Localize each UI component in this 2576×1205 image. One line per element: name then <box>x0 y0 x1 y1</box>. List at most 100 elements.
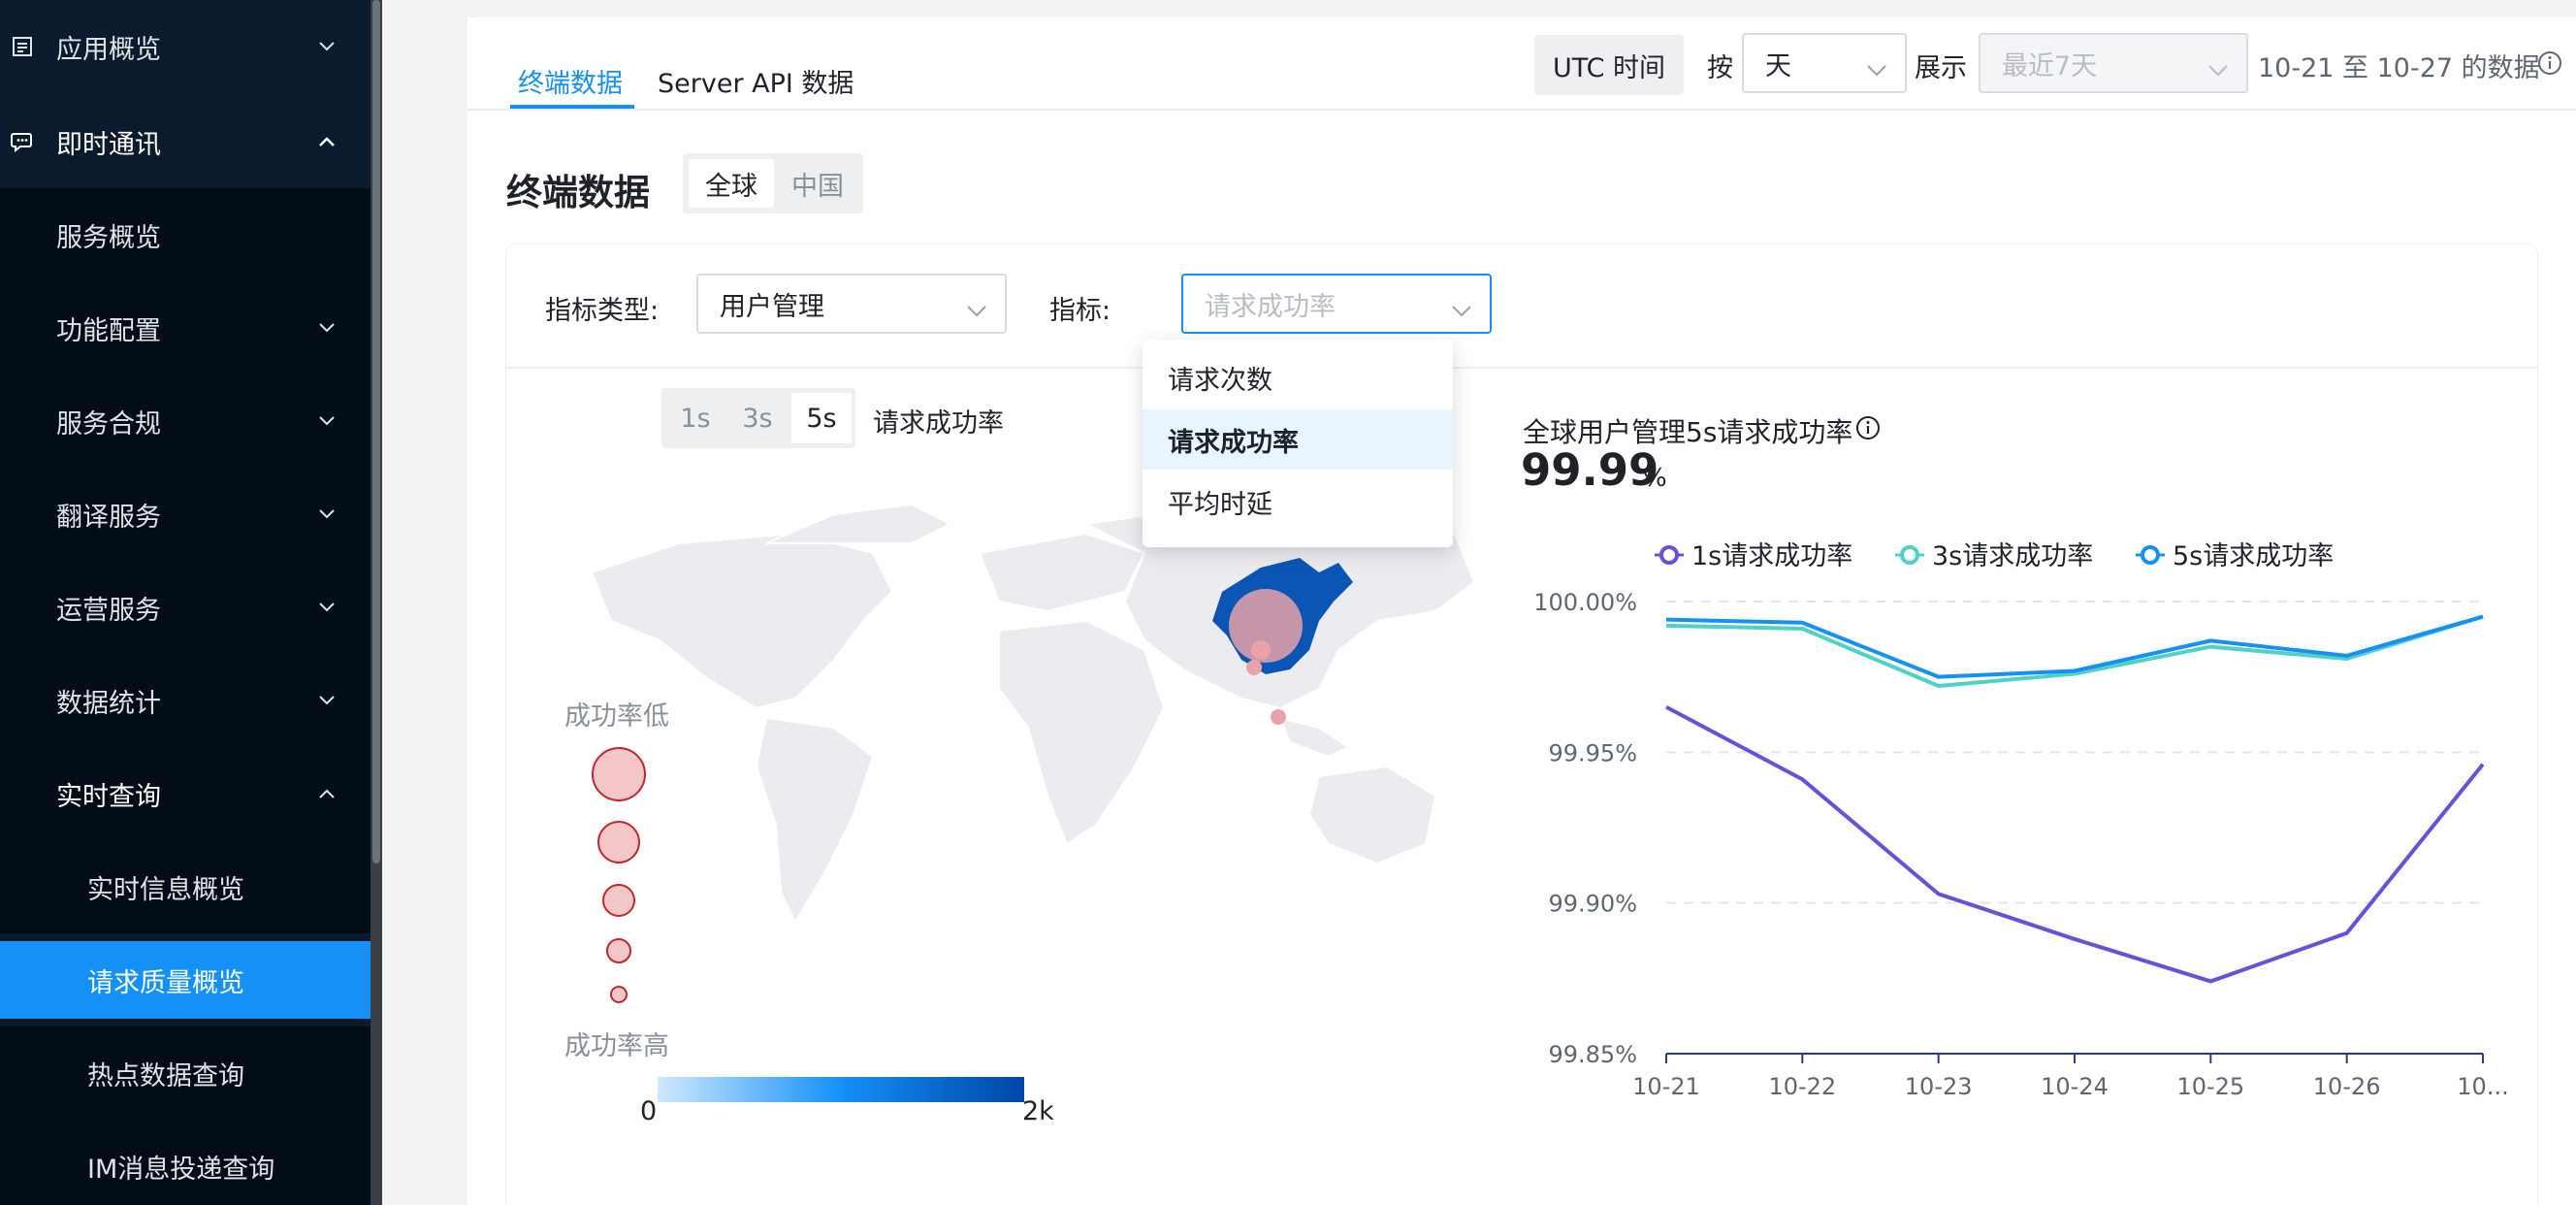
chevron-down-icon <box>312 500 341 529</box>
chevron-up-icon <box>312 127 341 156</box>
map-australia <box>1307 765 1437 865</box>
metric-type-select[interactable]: 用户管理 <box>696 274 1007 334</box>
metric-type-label: 指标类型: <box>545 296 660 326</box>
map-greenland <box>765 503 953 544</box>
sidebar-item-feature-config[interactable]: 功能配置 <box>0 281 370 375</box>
x-tick-label: 10-24 <box>2041 1073 2109 1100</box>
time-option-1s[interactable]: 1s <box>665 393 725 443</box>
region-china-button[interactable]: 中国 <box>776 159 859 208</box>
region-global-button[interactable]: 全球 <box>689 159 774 208</box>
x-tick-label: 10-26 <box>2313 1073 2381 1100</box>
metric-option-avg-latency[interactable]: 平均时延 <box>1143 472 1453 532</box>
sidebar-item-label: IM消息投递查询 <box>87 1154 275 1185</box>
y-tick-label: 99.95% <box>1548 739 1637 766</box>
chevron-down-icon <box>312 407 341 436</box>
sidebar: 应用概览 即时通讯 服务概览 功能配置 服务合规 翻译服务 运营服务 数据统计 … <box>0 0 370 1205</box>
series-line-1[interactable] <box>1665 704 2485 984</box>
sidebar-item-realtime-info[interactable]: 实时信息概览 <box>0 840 370 933</box>
sidebar-item-statistics[interactable]: 数据统计 <box>0 654 370 747</box>
metric-placeholder: 请求成功率 <box>1205 291 1336 322</box>
sidebar-item-label: 运营服务 <box>56 595 161 626</box>
chevron-up-icon <box>312 779 341 808</box>
info-icon[interactable] <box>2537 50 2562 76</box>
color-scale-min: 0 <box>640 1096 658 1126</box>
legend-label: 3s请求成功率 <box>1932 541 2093 571</box>
sidebar-item-realtime-query[interactable]: 实时查询 <box>0 747 370 840</box>
sidebar-item-translation[interactable]: 翻译服务 <box>0 468 370 561</box>
metric-dropdown-menu: 请求次数 请求成功率 平均时延 <box>1143 340 1453 547</box>
sidebar-item-label: 服务合规 <box>56 408 161 440</box>
sidebar-item-label: 即时通讯 <box>56 129 161 160</box>
sidebar-item-app-overview[interactable]: 应用概览 <box>0 0 370 93</box>
color-scale-bar <box>658 1077 1024 1102</box>
region-toggle: 全球 中国 <box>683 153 863 213</box>
sidebar-item-operations[interactable]: 运营服务 <box>0 561 370 654</box>
chevron-down-icon <box>2207 54 2229 84</box>
sidebar-item-label: 应用概览 <box>56 34 161 65</box>
sidebar-item-hot-data[interactable]: 热点数据查询 <box>0 1026 370 1120</box>
world-map[interactable] <box>543 475 1513 961</box>
legend-bubble-4 <box>606 938 631 963</box>
range-value: 最近7天 <box>2002 50 2098 81</box>
sidebar-item-request-quality[interactable]: 请求质量概览 <box>0 941 370 1019</box>
map-africa <box>998 619 1166 846</box>
granularity-value: 天 <box>1765 50 1791 81</box>
x-tick-label: 10-21 <box>1632 1073 1700 1100</box>
x-tick-label: 10-23 <box>1905 1073 1973 1100</box>
sidebar-item-label: 热点数据查询 <box>87 1060 244 1091</box>
y-tick-label: 99.90% <box>1548 891 1637 918</box>
map-bubble-indonesia <box>1271 709 1286 725</box>
metric-option-success-rate[interactable]: 请求成功率 <box>1143 409 1453 470</box>
x-tick-label: 10-25 <box>2176 1073 2244 1100</box>
legend-item-3[interactable]: 5s请求成功率 <box>2136 541 2334 571</box>
map-north-america <box>590 532 894 710</box>
legend-low-label: 成功率低 <box>564 701 669 732</box>
legend-item-2[interactable]: 3s请求成功率 <box>1895 541 2093 571</box>
y-tick-label: 100.00% <box>1533 589 1637 616</box>
tab-bar: 终端数据 Server API 数据 UTC 时间 按 天 展示 最近7天 10… <box>467 17 2576 111</box>
map-metric-title: 请求成功率 <box>873 408 1004 439</box>
sidebar-item-im-delivery[interactable]: IM消息投递查询 <box>0 1120 370 1205</box>
map-bubble-southeast-asia <box>1246 660 1262 675</box>
bubble-size-legend <box>592 747 646 1003</box>
series-line-3[interactable] <box>1665 614 2484 679</box>
range-select[interactable]: 最近7天 <box>1979 33 2248 93</box>
sidebar-item-service-overview[interactable]: 服务概览 <box>0 188 370 281</box>
metric-option-request-count[interactable]: 请求次数 <box>1143 347 1453 407</box>
filter-bar: 指标类型: 用户管理 指标: 请求成功率 <box>506 244 2537 369</box>
utc-time-button[interactable]: UTC 时间 <box>1534 35 1684 95</box>
sidebar-item-label: 翻译服务 <box>56 502 161 533</box>
chevron-down-icon <box>312 686 341 715</box>
time-option-5s[interactable]: 5s <box>791 393 852 443</box>
time-option-3s[interactable]: 3s <box>727 393 788 443</box>
chevron-down-icon <box>312 313 341 342</box>
tab-server-api-data[interactable]: Server API 数据 <box>658 62 853 100</box>
legend-bubble-3 <box>602 884 635 917</box>
granularity-select[interactable]: 天 <box>1742 33 1907 93</box>
legend-label: 1s请求成功率 <box>1691 541 1852 571</box>
active-tab-indicator <box>510 105 634 109</box>
x-tick-label: 10... <box>2457 1073 2508 1100</box>
y-tick-label: 99.85% <box>1548 1041 1637 1068</box>
sidebar-item-compliance[interactable]: 服务合规 <box>0 375 370 468</box>
chat-icon <box>10 129 35 154</box>
legend-item-1[interactable]: 1s请求成功率 <box>1655 541 1852 571</box>
metric-select[interactable]: 请求成功率 <box>1181 274 1492 334</box>
x-tick-label: 10-22 <box>1768 1073 1836 1100</box>
success-rate-line-chart[interactable]: 1s请求成功率 3s请求成功率 5s请求成功率 100.00% 99.95% 99.90… <box>1513 524 2541 1106</box>
chevron-down-icon <box>1451 295 1472 325</box>
legend-bubble-5 <box>610 986 628 1003</box>
legend-marker <box>2141 545 2160 565</box>
legend-bubble-1 <box>592 747 646 801</box>
sidebar-item-label: 数据统计 <box>56 688 161 719</box>
sidebar-item-im[interactable]: 即时通讯 <box>0 95 370 188</box>
tab-client-data[interactable]: 终端数据 <box>518 62 623 100</box>
display-label: 展示 <box>1915 53 1967 83</box>
legend-bubble-2 <box>597 821 640 863</box>
map-south-america <box>755 716 875 925</box>
sidebar-scrollbar-thumb[interactable] <box>372 0 380 863</box>
info-icon[interactable] <box>1855 415 1881 440</box>
metric-type-value: 用户管理 <box>720 291 824 322</box>
map-indonesia <box>1278 716 1350 759</box>
legend-high-label: 成功率高 <box>564 1031 669 1061</box>
